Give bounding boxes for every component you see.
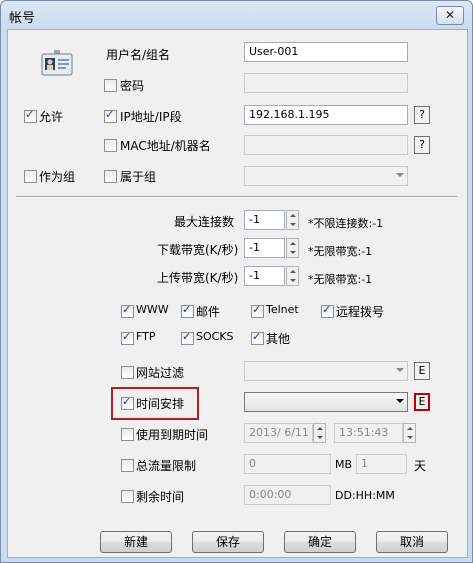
expiry-time-input[interactable]: 13:51:43 xyxy=(334,423,403,443)
web-filter-select[interactable] xyxy=(244,361,408,381)
ip-label: IP地址/IP段 xyxy=(120,110,182,124)
service-mail-label: 邮件 xyxy=(196,305,221,319)
ok-button[interactable]: 确定 xyxy=(284,531,356,553)
service-other-checkbox[interactable] xyxy=(251,330,264,345)
schedule-label: 时间安排 xyxy=(136,397,185,411)
traffic-checkbox[interactable] xyxy=(121,459,134,472)
remain-label: 剩余时间 xyxy=(136,490,185,504)
service-ftp-label: FTP xyxy=(136,330,156,343)
account-dialog: 帐号 ✕ 用户名/组名 User-001 密码 允许 IP xyxy=(0,0,473,563)
remain-format: DD:HH:MM xyxy=(335,489,395,502)
expiry-date-input[interactable]: 2013/ 6/11 xyxy=(244,423,313,443)
allow-checkbox[interactable] xyxy=(24,108,37,123)
upload-input[interactable]: -1 xyxy=(244,266,285,286)
chevron-down-icon xyxy=(396,173,404,177)
service-www-label: WWW xyxy=(136,303,169,316)
title-bar: 帐号 ✕ xyxy=(1,1,472,29)
download-hint: *无限带宽:-1 xyxy=(308,245,373,258)
expiry-date-spinner[interactable] xyxy=(313,423,326,443)
ip-input[interactable]: 192.168.1.195 xyxy=(244,105,408,125)
chevron-down-icon xyxy=(396,399,404,403)
password-checkbox[interactable] xyxy=(104,79,117,92)
service-other-label: 其他 xyxy=(266,332,291,346)
schedule-select[interactable] xyxy=(244,392,408,412)
password-label: 密码 xyxy=(120,79,145,93)
as-group-label: 作为组 xyxy=(39,170,76,184)
close-button[interactable]: ✕ xyxy=(436,6,464,25)
mac-input[interactable] xyxy=(244,135,408,155)
mac-label: MAC地址/机器名 xyxy=(120,139,211,153)
expiry-time-spinner[interactable] xyxy=(403,423,416,443)
download-input[interactable]: -1 xyxy=(244,238,285,258)
upload-label: 上传带宽(K/秒) xyxy=(157,271,239,285)
traffic-input[interactable]: 0 xyxy=(244,454,331,474)
ip-checkbox[interactable] xyxy=(104,108,117,123)
allow-label: 允许 xyxy=(39,110,64,124)
service-dialup-label: 远程拨号 xyxy=(336,305,385,319)
remain-checkbox[interactable] xyxy=(121,490,134,503)
username-input[interactable]: User-001 xyxy=(244,42,408,62)
remain-input[interactable]: 0:00:00 xyxy=(244,485,331,505)
expiry-checkbox[interactable] xyxy=(121,428,134,441)
mac-help-button[interactable]: ? xyxy=(414,136,430,154)
download-spinner[interactable] xyxy=(286,238,299,258)
service-dialup-checkbox[interactable] xyxy=(321,303,334,318)
upload-spinner[interactable] xyxy=(286,266,299,286)
group-checkbox[interactable] xyxy=(104,170,117,183)
service-socks-label: SOCKS xyxy=(196,330,234,343)
username-label: 用户名/组名 xyxy=(106,48,171,62)
as-group-checkbox[interactable] xyxy=(24,170,37,183)
new-button[interactable]: 新建 xyxy=(100,531,172,553)
group-label: 属于组 xyxy=(120,170,157,184)
service-mail-checkbox[interactable] xyxy=(181,303,194,318)
chevron-down-icon xyxy=(396,368,404,372)
max-conn-hint: *不限连接数:-1 xyxy=(308,217,384,230)
max-conn-spinner[interactable] xyxy=(286,210,299,230)
window-title: 帐号 xyxy=(9,11,36,26)
ip-help-button[interactable]: ? xyxy=(414,106,430,124)
traffic-days-input[interactable]: 1 xyxy=(356,454,407,474)
max-conn-label: 最大连接数 xyxy=(174,215,235,229)
service-telnet-label: Telnet xyxy=(266,303,299,316)
mac-checkbox[interactable] xyxy=(104,139,117,152)
schedule-edit-button[interactable]: E xyxy=(414,393,430,411)
traffic-days-unit: 天 xyxy=(414,459,427,473)
expiry-label: 使用到期时间 xyxy=(136,428,209,442)
id-card-icon xyxy=(41,50,73,79)
service-telnet-checkbox[interactable] xyxy=(251,303,264,318)
group-select[interactable] xyxy=(244,166,408,186)
download-label: 下载带宽(K/秒) xyxy=(157,243,239,257)
traffic-label: 总流量限制 xyxy=(136,459,197,473)
dialog-body: 用户名/组名 User-001 密码 允许 IP地址/IP段 192.168.1… xyxy=(7,29,468,558)
web-filter-edit-button[interactable]: E xyxy=(414,362,430,380)
service-ftp-checkbox[interactable] xyxy=(121,330,134,345)
traffic-unit: MB xyxy=(335,458,353,471)
save-button[interactable]: 保存 xyxy=(192,531,264,553)
service-socks-checkbox[interactable] xyxy=(181,330,194,345)
max-conn-input[interactable]: -1 xyxy=(244,210,285,230)
cancel-button[interactable]: 取消 xyxy=(376,531,448,553)
schedule-checkbox[interactable] xyxy=(121,395,134,410)
divider xyxy=(16,196,457,198)
service-www-checkbox[interactable] xyxy=(121,303,134,318)
web-filter-label: 网站过滤 xyxy=(136,366,185,380)
upload-hint: *无限带宽:-1 xyxy=(308,273,373,286)
web-filter-checkbox[interactable] xyxy=(121,366,134,379)
password-input[interactable] xyxy=(244,73,408,93)
